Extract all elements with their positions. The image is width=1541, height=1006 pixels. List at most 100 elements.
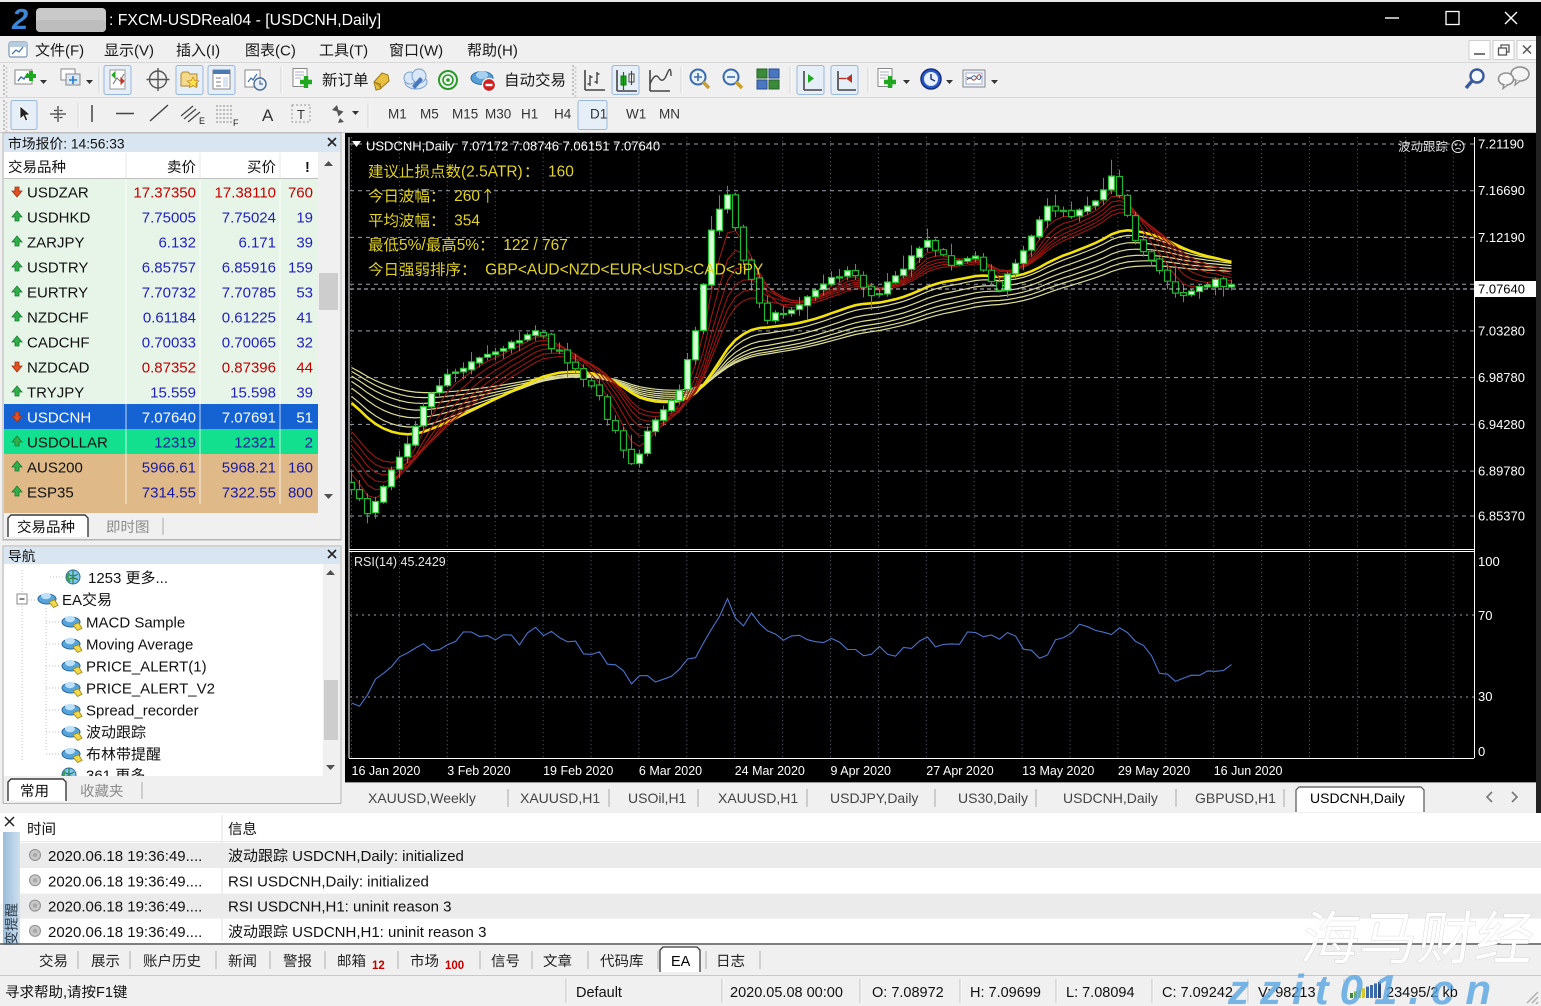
svg-text:2: 2 (11, 4, 28, 36)
svg-text:7.75005: 7.75005 (142, 210, 196, 227)
svg-text:5%: 5% (457, 237, 480, 254)
svg-text:0.87396: 0.87396 (222, 360, 276, 377)
svg-text:XAUUSD,Weekly: XAUUSD,Weekly (368, 790, 476, 806)
svg-text:(2.5ATR): (2.5ATR) (461, 164, 523, 181)
svg-text:(C): (C) (275, 43, 296, 60)
svg-text:17.37350: 17.37350 (133, 185, 196, 202)
svg-text:5968.21: 5968.21 (222, 460, 276, 477)
svg-text:F1: F1 (96, 985, 113, 1001)
svg-text:(V): (V) (134, 43, 154, 60)
svg-text:CADCHF: CADCHF (27, 335, 90, 352)
svg-text:100: 100 (1478, 554, 1500, 569)
svg-text:USDZAR: USDZAR (27, 185, 89, 202)
svg-text:7.16690: 7.16690 (1478, 183, 1525, 198)
svg-text:29 May 2020: 29 May 2020 (1118, 764, 1190, 778)
svg-text:(T): (T) (349, 43, 368, 60)
svg-text:160: 160 (539, 164, 574, 181)
svg-text:H: 7.09699: H: 7.09699 (970, 985, 1041, 1001)
svg-text:,: , (63, 985, 67, 1001)
svg-text:7314.55: 7314.55 (142, 485, 196, 502)
svg-text:24 Mar 2020: 24 Mar 2020 (735, 764, 805, 778)
svg-text:5966.61: 5966.61 (142, 460, 196, 477)
svg-text:27 Apr 2020: 27 Apr 2020 (926, 764, 993, 778)
svg-text:RSI(14) 45.2429: RSI(14) 45.2429 (354, 555, 446, 569)
svg-text:15.559: 15.559 (150, 385, 196, 402)
svg-text:9 Apr 2020: 9 Apr 2020 (831, 764, 892, 778)
svg-text:W1: W1 (626, 107, 646, 122)
svg-text:O: 7.08972: O: 7.08972 (872, 985, 944, 1001)
svg-text:PRICE_ALERT(1): PRICE_ALERT(1) (86, 659, 207, 676)
svg-text:zzit01.cn: zzit01.cn (1227, 966, 1502, 1006)
svg-text:51: 51 (296, 410, 313, 427)
svg-text:USDJPY,Daily: USDJPY,Daily (830, 790, 918, 806)
svg-text:USDCNH,Daily: USDCNH,Daily (1063, 790, 1158, 806)
svg-text:EURTRY: EURTRY (27, 285, 88, 302)
svg-text:53: 53 (296, 285, 313, 302)
svg-text:GBPUSD,H1: GBPUSD,H1 (1195, 790, 1276, 806)
svg-text:70: 70 (1478, 608, 1492, 623)
svg-text:M1: M1 (388, 107, 407, 122)
svg-text:16 Jun 2020: 16 Jun 2020 (1214, 764, 1283, 778)
svg-text:39: 39 (296, 235, 313, 252)
svg-text:13 May 2020: 13 May 2020 (1022, 764, 1094, 778)
svg-text:D1: D1 (590, 107, 607, 122)
svg-text:30: 30 (1478, 689, 1492, 704)
svg-text:PRICE_ALERT_V2: PRICE_ALERT_V2 (86, 681, 215, 698)
svg-text:7.07691: 7.07691 (222, 410, 276, 427)
svg-text:RSI USDCNH,H1: uninit reason 3: RSI USDCNH,H1: uninit reason 3 (228, 899, 451, 916)
svg-text:M30: M30 (485, 107, 511, 122)
svg-text:E: E (199, 116, 205, 126)
svg-text:NZDCAD: NZDCAD (27, 360, 90, 377)
svg-text:EA: EA (671, 954, 691, 970)
svg-text:7.03280: 7.03280 (1478, 323, 1525, 338)
svg-text:260: 260 (446, 188, 481, 205)
svg-text:2020.06.18 19:36:49....: 2020.06.18 19:36:49.... (48, 924, 202, 941)
svg-text:RSI USDCNH,Daily: initialized: RSI USDCNH,Daily: initialized (228, 873, 429, 890)
svg-text:6.94280: 6.94280 (1478, 417, 1525, 432)
svg-text:7.21190: 7.21190 (1478, 137, 1524, 152)
svg-text:2: 2 (305, 435, 313, 452)
svg-text:USDCNH,Daily: USDCNH,Daily (1310, 790, 1405, 806)
svg-text:GBP<AUD<NZD<EUR<USD<CAD<JPY: GBP<AUD<NZD<EUR<USD<CAD<JPY (477, 262, 764, 279)
svg-text:32: 32 (296, 335, 313, 352)
svg-text:6 Mar 2020: 6 Mar 2020 (639, 764, 702, 778)
svg-text:19 Feb 2020: 19 Feb 2020 (543, 764, 613, 778)
svg-text:: FXCM-USDReal04 - [USDCNH,Dai: : FXCM-USDReal04 - [USDCNH,Daily] (109, 12, 381, 29)
svg-text:MN: MN (659, 107, 680, 122)
svg-text:7.70732: 7.70732 (142, 285, 196, 302)
svg-text:TRYJPY: TRYJPY (27, 385, 84, 402)
svg-text:7.07640: 7.07640 (142, 410, 196, 427)
svg-text:0.70033: 0.70033 (142, 335, 196, 352)
svg-text:L: 7.08094: L: 7.08094 (1066, 985, 1135, 1001)
svg-text:USDCNH,H1: uninit reason 3: USDCNH,H1: uninit reason 3 (288, 924, 486, 941)
svg-text:354: 354 (446, 213, 481, 230)
svg-text:: 14:56:33: : 14:56:33 (63, 137, 125, 152)
svg-text:41: 41 (296, 310, 313, 327)
svg-text:6.85916: 6.85916 (222, 260, 276, 277)
svg-text:0.61225: 0.61225 (222, 310, 276, 327)
svg-text:16 Jan 2020: 16 Jan 2020 (352, 764, 421, 778)
svg-text:M5: M5 (420, 107, 439, 122)
svg-text:USDHKD: USDHKD (27, 210, 91, 227)
svg-text:ESP35: ESP35 (27, 485, 74, 502)
svg-text:100: 100 (445, 960, 464, 972)
svg-text:6.89780: 6.89780 (1478, 464, 1525, 479)
svg-text:7.75024: 7.75024 (222, 210, 276, 227)
svg-text:12319: 12319 (154, 435, 196, 452)
svg-text:800: 800 (288, 485, 313, 502)
svg-text:USDOLLAR: USDOLLAR (27, 435, 108, 452)
svg-text:Moving Average: Moving Average (86, 637, 193, 654)
svg-text:XAUUSD,H1: XAUUSD,H1 (520, 790, 600, 806)
svg-text:2020.06.18 19:36:49....: 2020.06.18 19:36:49.... (48, 848, 202, 865)
svg-text:(I): (I) (206, 43, 220, 60)
svg-text:USDCNH,Daily 7.07172 7.08746: USDCNH,Daily 7.07172 7.08746 7.06151 7.0… (366, 139, 660, 154)
svg-text:122 / 767: 122 / 767 (495, 237, 568, 254)
svg-text:H4: H4 (554, 107, 572, 122)
svg-text:3 Feb 2020: 3 Feb 2020 (447, 764, 510, 778)
svg-text:T: T (297, 107, 305, 122)
svg-text:0: 0 (1478, 744, 1485, 759)
svg-text:USOil,H1: USOil,H1 (628, 790, 687, 806)
svg-text:6.98780: 6.98780 (1478, 370, 1525, 385)
svg-text:2020.06.18 19:36:49....: 2020.06.18 19:36:49.... (48, 873, 202, 890)
svg-text:C: 7.09242: C: 7.09242 (1162, 985, 1233, 1001)
